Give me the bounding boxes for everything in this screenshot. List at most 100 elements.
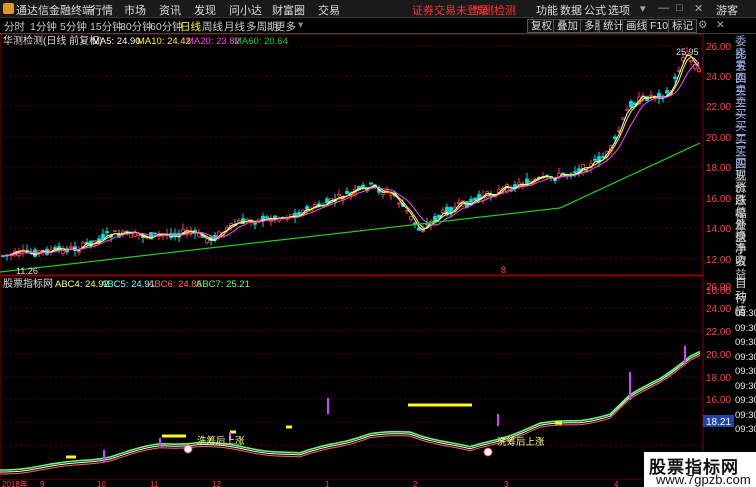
candlesticks xyxy=(1,47,701,261)
candle-body xyxy=(265,216,269,219)
candle-body xyxy=(593,158,597,161)
candle-body xyxy=(369,182,373,185)
menu-faxian[interactable]: 发现 xyxy=(194,2,216,18)
menu-xuanxiang[interactable]: 选项 xyxy=(608,2,630,18)
ma5-label: MA5: 24.90 xyxy=(92,36,141,47)
candle-body xyxy=(325,198,329,204)
buy-signal-icon xyxy=(183,444,193,454)
candle-body xyxy=(181,228,185,233)
y-tick: 18.00 xyxy=(706,163,731,174)
guest-label[interactable]: 游客 xyxy=(716,2,738,18)
period-15min[interactable]: 15分钟 xyxy=(90,19,123,34)
candle-body xyxy=(305,206,309,210)
close-panel-icon[interactable]: ✕ xyxy=(716,19,725,31)
sub-y-tick: 16.00 xyxy=(706,395,731,406)
candle-body xyxy=(613,136,617,139)
menu-shichang[interactable]: 市场 xyxy=(124,2,146,18)
tick-item: 09:30 xyxy=(735,409,756,421)
sub-y-tick: 24.00 xyxy=(706,304,731,315)
candle-body xyxy=(681,57,685,61)
period-60min[interactable]: 60分钟 xyxy=(150,19,183,34)
x-tick-label: 3 xyxy=(504,480,509,487)
minimize-icon[interactable]: — xyxy=(658,2,669,14)
candle-body xyxy=(473,197,477,201)
current-value: 18.21 xyxy=(706,417,731,428)
title-bar: 通达信金融终端 行情 市场 资讯 发现 问小达 财富圈 交易 证券交易未登录 华… xyxy=(0,0,756,18)
ma20-label: MA20: 23.82 xyxy=(186,36,240,47)
buy-signal-icon xyxy=(483,447,493,457)
candle-body xyxy=(253,222,257,225)
period-weekly[interactable]: 周线 xyxy=(202,19,223,34)
biaoji-button[interactable]: 标记 xyxy=(668,19,697,33)
app-logo-text: 通达信金融终端 xyxy=(16,5,93,17)
x-tick-label: 10 xyxy=(97,480,106,487)
diejia-button[interactable]: 叠加 xyxy=(553,19,582,33)
menu-gongshi[interactable]: 公式 xyxy=(584,2,606,18)
sub-panel-frame xyxy=(0,275,704,481)
candle-body xyxy=(621,117,625,120)
candle-body xyxy=(113,230,117,232)
y-tick: 14.00 xyxy=(706,224,731,235)
menu-wenxiaoda[interactable]: 问小达 xyxy=(229,2,262,18)
menu-gongneng[interactable]: 功能 xyxy=(536,2,558,18)
high-label: 25.95 xyxy=(676,47,699,57)
abc7-label: ABC7: 25.21 xyxy=(196,279,250,290)
kline-chart[interactable]: 华测检测(日线 前复权) MA5: 24.90 MA10: 24.42 MA20… xyxy=(0,34,756,487)
period-1min[interactable]: 1分钟 xyxy=(30,19,57,34)
period-5min[interactable]: 5分钟 xyxy=(60,19,87,34)
x-tick-label: 4 xyxy=(614,480,619,487)
close-icon[interactable]: ✕ xyxy=(694,2,703,15)
menu-shuju[interactable]: 数据 xyxy=(560,2,582,18)
candle-body xyxy=(137,234,141,237)
candle-body xyxy=(405,210,409,212)
sub-y-tick: 18.00 xyxy=(706,373,731,384)
x-tick-label: 11 xyxy=(150,480,159,487)
y-tick: 12.00 xyxy=(706,255,731,266)
period-daily[interactable]: 日线 xyxy=(180,19,201,34)
candle-body xyxy=(205,238,209,243)
ma60-label: MA60: 20.64 xyxy=(234,36,288,47)
candle-body xyxy=(153,232,157,235)
maximize-icon[interactable]: □ xyxy=(676,2,683,14)
menu-caifuquan[interactable]: 财富圈 xyxy=(272,2,305,18)
period-fenshi[interactable]: 分时 xyxy=(4,19,25,34)
main-grid xyxy=(0,45,703,260)
candle-body xyxy=(397,202,401,205)
watermark: 股票指标网 www.7gpzb.com xyxy=(644,452,756,487)
period-more[interactable]: 更多 xyxy=(275,19,296,34)
sub-y-tick: 20.00 xyxy=(706,350,731,361)
annotation-1: 洗筹后上涨 xyxy=(197,435,245,447)
candle-body xyxy=(673,76,677,79)
main-title: 华测检测(日线 前复权) xyxy=(3,34,102,47)
marker-label: 8 xyxy=(501,265,506,275)
sub-title: 股票指标网 xyxy=(3,277,53,290)
stock-link[interactable]: 华测检测 xyxy=(472,2,516,18)
x-tick-label: 1 xyxy=(325,480,330,487)
menu-zixun[interactable]: 资讯 xyxy=(159,2,181,18)
y-tick: 22.00 xyxy=(706,102,731,113)
candle-body xyxy=(629,101,633,108)
fuquan-button[interactable]: 复权 xyxy=(527,19,556,33)
window-menu-icon[interactable]: ▾ xyxy=(640,2,646,15)
menu-jiaoyi[interactable]: 交易 xyxy=(318,2,340,18)
tick-item: 09:30 xyxy=(735,322,756,334)
candle-body xyxy=(101,233,105,241)
period-multi[interactable]: 多周期 xyxy=(246,19,278,34)
candle-body xyxy=(457,202,461,204)
candle-body xyxy=(361,184,365,188)
menu-hangqing[interactable]: 行情 xyxy=(91,2,113,18)
period-monthly[interactable]: 月线 xyxy=(224,19,245,34)
chevron-down-icon[interactable]: ▾ xyxy=(298,19,303,31)
sub-y-tick: 26.00 xyxy=(706,282,731,293)
ma-lines xyxy=(0,54,701,273)
low-label: 11.26 xyxy=(16,266,38,276)
x-tick-label: 9 xyxy=(40,480,45,487)
period-30min[interactable]: 30分钟 xyxy=(120,19,153,34)
period-toolbar: 分时 1分钟 5分钟 15分钟 30分钟 60分钟 日线 周线 月线 多周期 更… xyxy=(0,18,756,34)
settings-icon[interactable]: ⚙ xyxy=(698,19,707,31)
candle-body xyxy=(441,209,445,213)
tick-item: 09:30 xyxy=(735,337,756,348)
candle-body xyxy=(469,199,473,203)
candle-body xyxy=(689,59,693,63)
tick-item: 09:30 xyxy=(735,424,756,435)
